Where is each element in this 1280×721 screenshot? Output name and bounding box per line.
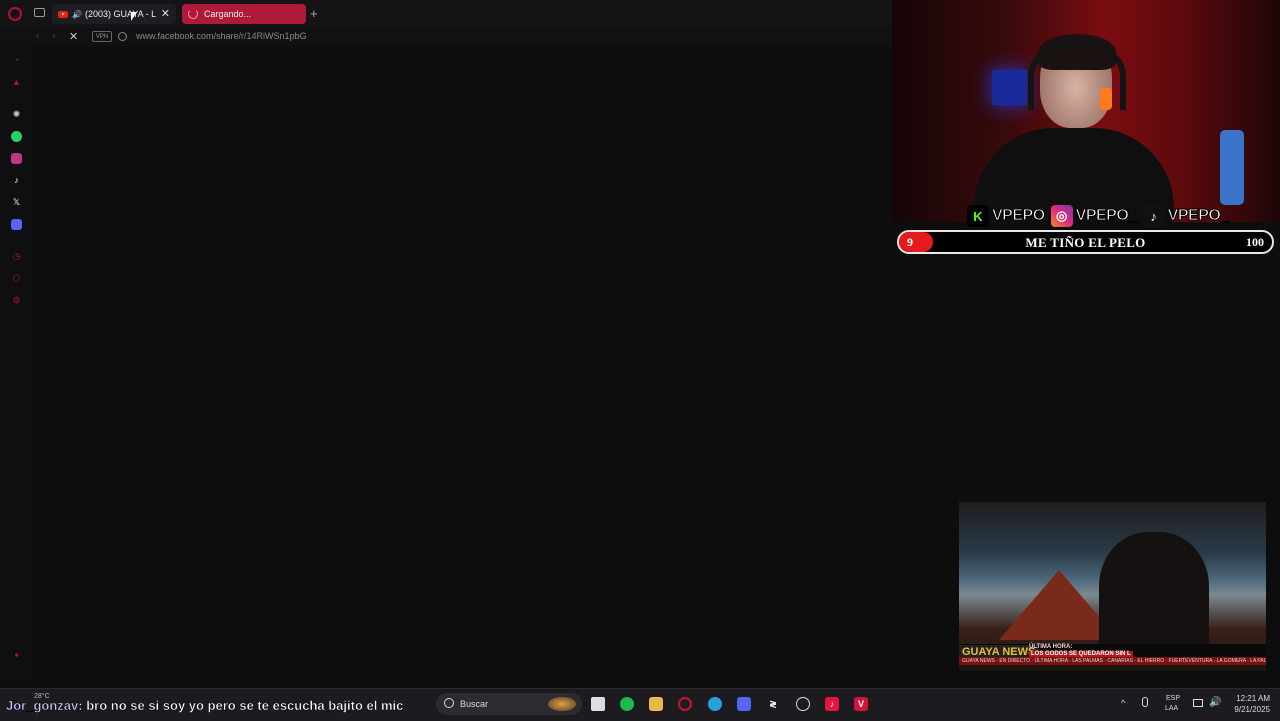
aria-icon[interactable]: ◔	[11, 55, 22, 66]
forward-button[interactable]: ›	[52, 30, 56, 42]
globe-icon	[118, 32, 127, 41]
tiktok-icon: ♪	[1142, 205, 1165, 227]
clock-time[interactable]: 12:21 AM	[1226, 694, 1270, 703]
close-icon[interactable]: ✕	[161, 7, 170, 20]
news-silhouette	[1099, 532, 1209, 652]
search-placeholder: Buscar	[460, 699, 489, 709]
browser-sidebar: ◔ ▲ ✺ ♪ 𝕏 ◷ ⬡ ⚙ ■	[0, 46, 32, 686]
instagram-icon: ◎	[1050, 205, 1073, 227]
news-ticker: GUAYA NEWS · EN DIRECTO · ÚLTIMA HORA · …	[959, 657, 1266, 665]
instagram-icon[interactable]	[11, 153, 22, 164]
social-handles: K VPEPO ◎ VPEPO_ ♪ VPEPO_	[967, 204, 1232, 228]
extensions-icon[interactable]: ⬡	[11, 273, 22, 284]
shopping-icon[interactable]: ▲	[11, 77, 22, 88]
stop-loading-button[interactable]: ✕	[69, 30, 78, 43]
tray-overflow-icon[interactable]: ^	[1121, 698, 1125, 708]
discord-icon[interactable]	[11, 219, 22, 230]
youtube-icon	[58, 10, 68, 18]
tab-title: Cargando...	[204, 9, 252, 19]
input-language[interactable]: ESP	[1166, 695, 1180, 702]
news-headline-top: ÚLTIMA HORA:	[1029, 644, 1073, 650]
url-field[interactable]: www.facebook.com/share/r/14RiWSn1pbG	[136, 31, 307, 41]
whatsapp-icon[interactable]	[11, 131, 22, 142]
x-icon[interactable]: 𝕏	[11, 197, 22, 208]
settings-icon[interactable]: ⚙	[11, 295, 22, 306]
news-video-player[interactable]: GUAYA NEWS ÚLTIMA HORA: LOS GODOS SE QUE…	[959, 502, 1266, 671]
telegram-icon[interactable]	[708, 697, 722, 711]
webcam-feed	[892, 0, 1280, 222]
settings-icon[interactable]	[796, 697, 810, 711]
webcam-background-window	[992, 70, 1027, 105]
vpn-badge[interactable]: VPN	[92, 31, 112, 42]
tab-title: (2003) GUAYA - L	[84, 9, 157, 19]
chatgpt-icon[interactable]: ✺	[11, 109, 22, 120]
tab-overview-icon[interactable]	[34, 8, 45, 17]
kick-icon: K	[967, 205, 989, 227]
microphone-icon[interactable]	[1142, 697, 1148, 707]
tab-loading[interactable]: Cargando...	[182, 4, 306, 24]
pin-icon[interactable]: ■	[11, 650, 22, 661]
tab-guaya[interactable]: 🔊 (2003) GUAYA - L ✕	[52, 4, 176, 24]
kick-handle: VPEPO	[992, 207, 1046, 225]
history-icon[interactable]: ◷	[11, 251, 22, 262]
new-tab-button[interactable]: +	[310, 6, 318, 21]
search-icon	[444, 698, 454, 708]
mouse-cursor-icon	[131, 12, 137, 21]
loading-spinner-icon	[188, 9, 198, 19]
folder-icon[interactable]	[649, 697, 663, 711]
tiktok-icon[interactable]: ♪	[825, 697, 839, 711]
goal-target: 100	[1246, 235, 1264, 249]
back-button[interactable]: ‹	[36, 30, 40, 42]
chat-message: Jor_gonzav: bro no se si soy yo pero se …	[6, 698, 404, 713]
search-highlight-image	[548, 697, 576, 711]
opera-logo-icon[interactable]	[8, 7, 22, 21]
chat-username: Jor_gonzav	[6, 698, 79, 713]
speaker-icon[interactable]: 🔊	[72, 10, 82, 19]
instagram-handle: VPEPO_	[1075, 207, 1138, 225]
webcam-headset-earcup	[1100, 88, 1112, 110]
opera-gx-icon[interactable]	[678, 697, 692, 711]
spotify-icon[interactable]	[620, 697, 634, 711]
chat-separator: :	[78, 698, 87, 713]
file-explorer-icon[interactable]	[591, 697, 605, 711]
goal-label: ME TIÑO EL PELO	[1025, 235, 1146, 250]
webcam-bottle	[1220, 130, 1244, 205]
chat-text: bro no se si soy yo pero se te escucha b…	[86, 698, 404, 713]
tiktok-handle: VPEPO_	[1167, 207, 1230, 225]
network-icon[interactable]	[1193, 699, 1203, 707]
clock-date[interactable]: 9/21/2025	[1222, 705, 1270, 714]
tiktok-icon[interactable]: ♪	[11, 175, 22, 186]
subscriber-goal-bar: 9 ME TIÑO EL PELO 100	[897, 230, 1274, 254]
discord-icon[interactable]	[737, 697, 751, 711]
address-bar: ‹ › ✕ VPN www.facebook.com/share/r/14RiW…	[0, 28, 892, 46]
capcut-icon[interactable]: ≷	[766, 697, 780, 711]
volume-icon[interactable]: 🔊	[1209, 697, 1221, 708]
vivaldi-icon[interactable]: V	[854, 697, 868, 711]
input-layout[interactable]: LAA	[1165, 705, 1178, 712]
